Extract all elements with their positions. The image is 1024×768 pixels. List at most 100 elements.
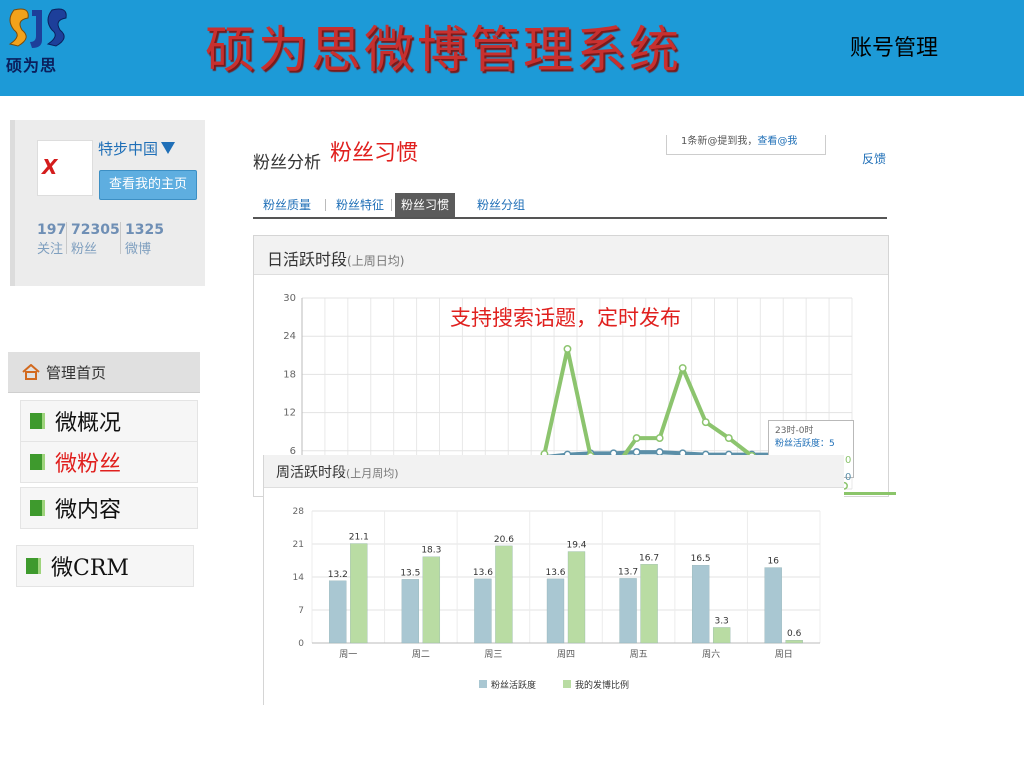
stat-following[interactable]: 197 关注 [37, 222, 66, 257]
cut-label: 0 [845, 455, 852, 466]
y-tick-label: 21 [293, 540, 304, 550]
nav-item-overview[interactable]: 微概况 [20, 400, 198, 442]
legend-label: 我的发博比例 [575, 679, 629, 691]
notification-link[interactable]: 查看@我 [757, 136, 797, 147]
data-point [655, 434, 664, 443]
bar [691, 565, 710, 644]
tab-divider [325, 199, 326, 211]
nav-item-label: 微粉丝 [55, 452, 122, 477]
stat-posts[interactable]: 1325 微博 [125, 222, 164, 257]
bar [785, 640, 803, 644]
legend-swatch [563, 680, 571, 688]
data-label: 13.5 [400, 568, 420, 578]
nav-home[interactable]: 管理首页 [8, 352, 200, 393]
tab-fan-quality[interactable]: 粉丝质量 [257, 193, 317, 217]
x-tick-label: 周三 [484, 649, 502, 660]
view-home-button[interactable]: 查看我的主页 [99, 170, 197, 200]
tooltip-value: 粉丝活跃度：5 [775, 438, 847, 451]
system-title: 硕为思微博管理系统 [205, 21, 682, 79]
bar [474, 578, 492, 644]
y-tick-label: 28 [293, 507, 305, 517]
tab-fan-features[interactable]: 粉丝特征 [330, 193, 390, 217]
bar [350, 543, 368, 644]
verified-icon [161, 142, 175, 154]
stat-label: 粉丝 [71, 242, 98, 257]
analysis-tabs: 粉丝质量 粉丝特征 粉丝习惯 粉丝分组 [253, 193, 887, 219]
notification-text: 1条新@提到我， [681, 136, 758, 147]
logo-text: 硕为思 [6, 56, 58, 75]
tab-divider [391, 199, 392, 211]
stat-divider [120, 222, 121, 254]
data-point [701, 418, 710, 427]
page-title: 粉丝分析 [253, 153, 321, 173]
tooltip-label: 粉丝活跃度： [775, 439, 830, 449]
divider-line [840, 492, 896, 495]
header-bar: 硕为思 硕为思微博管理系统 账号管理 [0, 0, 1024, 96]
x-tick-label: 周日 [775, 649, 793, 660]
profile-card: X 特步中国 查看我的主页 197 关注 72305 粉丝 1325 微博 [10, 120, 205, 286]
daily-title-text: 日活跃时段 [267, 250, 348, 269]
weekly-subtitle: (上月周均) [346, 467, 399, 480]
nav-item-fans[interactable]: 微粉丝 [20, 441, 198, 483]
home-icon [22, 364, 40, 380]
stat-label: 关注 [37, 242, 64, 257]
stat-fans[interactable]: 72305 粉丝 [71, 222, 120, 257]
profile-username[interactable]: 特步中国 [98, 138, 158, 159]
notification-bar: 1条新@提到我，查看@我 [666, 135, 826, 155]
weekly-chart-title: 周活跃时段(上月周均) [276, 462, 399, 482]
book-icon [30, 500, 45, 516]
y-tick-label: 24 [283, 331, 296, 342]
weekly-panel-header: 周活跃时段(上月周均) [264, 455, 844, 488]
stat-divider [66, 222, 67, 254]
tab-fan-habits[interactable]: 粉丝习惯 [395, 193, 456, 217]
avatar[interactable]: X [37, 140, 93, 196]
book-icon [30, 413, 45, 429]
avatar-logo-icon: X [42, 155, 58, 179]
stat-value: 197 [37, 222, 67, 238]
data-label: 3.3 [714, 616, 728, 626]
x-tick-label: 周五 [630, 649, 648, 660]
data-label: 13.7 [618, 567, 638, 577]
weekly-activity-panel: 周活跃时段(上月周均) 0 7 14 21 28 13.2 21.1 周一 13.5 18.3 周二… [263, 455, 844, 705]
logo: 硕为思 [4, 4, 78, 75]
page-title-overlay: 粉丝习惯 [330, 141, 419, 166]
account-management-link[interactable]: 账号管理 [850, 30, 938, 62]
nav-item-crm[interactable]: 微CRM [16, 545, 194, 587]
bar [495, 545, 513, 644]
data-label: 13.6 [473, 568, 493, 578]
stat-value: 72305 [71, 222, 120, 238]
data-label: 16.5 [691, 554, 711, 564]
feedback-link[interactable]: 反馈 [862, 150, 886, 167]
feature-caption: 支持搜索话题，定时发布 [450, 306, 681, 330]
data-point [563, 344, 572, 353]
x-tick-label: 周四 [557, 649, 575, 660]
data-label: 21.1 [349, 533, 369, 543]
tab-fan-groups[interactable]: 粉丝分组 [471, 193, 531, 217]
bar [422, 556, 441, 644]
data-label: 13.2 [328, 570, 348, 580]
y-tick-label: 30 [283, 293, 296, 304]
x-tick-label: 周六 [702, 648, 720, 660]
x-tick-label: 周二 [412, 649, 430, 660]
stat-label: 微博 [125, 242, 152, 257]
bar [329, 580, 347, 644]
weekly-bar-chart: 0 7 14 21 28 13.2 21.1 周一 13.5 18.3 周二 13.6 20.6 周三 13… [293, 507, 821, 691]
data-label: 16 [767, 557, 779, 567]
y-tick-label: 7 [298, 606, 304, 616]
daily-chart-title: 日活跃时段(上周日均) [267, 246, 404, 270]
book-icon [26, 558, 41, 574]
stat-value: 1325 [125, 222, 164, 238]
y-tick-label: 14 [293, 573, 305, 583]
nav-item-label: 微概况 [55, 411, 122, 436]
daily-panel-header: 日活跃时段(上周日均) [254, 236, 888, 275]
bar [546, 578, 565, 644]
nav-item-content[interactable]: 微内容 [20, 487, 198, 529]
bar [712, 627, 731, 644]
nav-item-label: 微内容 [55, 498, 122, 523]
bar [764, 567, 782, 644]
data-point [678, 364, 687, 372]
data-label: 0.6 [787, 629, 802, 639]
data-label: 20.6 [494, 535, 514, 545]
cut-label: 0 [845, 472, 852, 483]
bar [619, 578, 637, 644]
